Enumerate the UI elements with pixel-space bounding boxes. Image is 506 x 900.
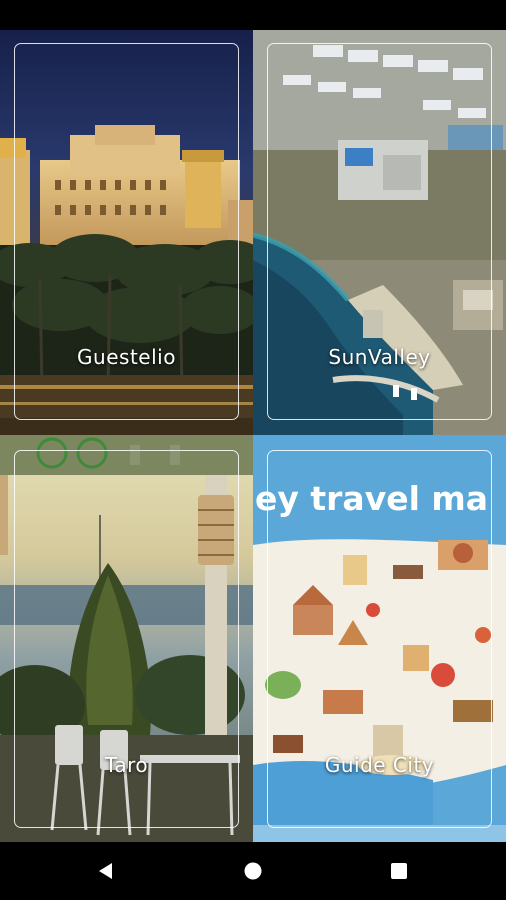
destination-card-sunvalley[interactable]: SunValley [253,30,506,435]
back-triangle-icon[interactable] [86,854,126,888]
destination-name: Taro [104,753,149,777]
destination-name: SunValley [328,345,431,369]
destination-name: Guide City [324,753,435,777]
destination-name: Guestelio [77,345,176,369]
destination-card-taro[interactable]: Taro [0,435,253,842]
destination-grid: Guestelio SunValley Taro ey travel ma Gu… [0,30,506,842]
destination-card-guestelio[interactable]: Guestelio [0,30,253,435]
status-bar [0,0,506,30]
destination-card-guide-city[interactable]: ey travel ma Guide City [253,435,506,842]
system-navigation-bar [0,842,506,900]
home-circle-icon[interactable] [233,854,273,888]
recents-square-icon[interactable] [379,854,419,888]
